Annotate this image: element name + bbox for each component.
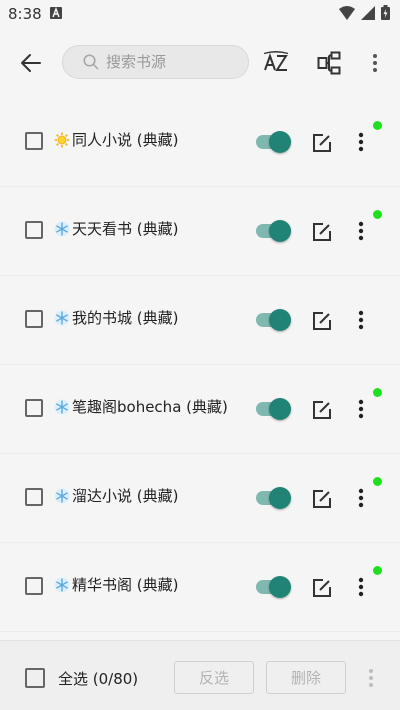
edit-icon	[313, 134, 331, 152]
edit-button[interactable]	[311, 310, 333, 332]
more-vertical-icon	[373, 54, 377, 72]
enable-toggle[interactable]	[256, 487, 292, 509]
row-more-button[interactable]	[351, 308, 371, 332]
toggle-thumb	[269, 220, 291, 242]
edit-icon	[313, 312, 331, 330]
toggle-thumb	[269, 576, 291, 598]
update-dot	[373, 566, 382, 575]
source-row[interactable]: 我的书城 (典藏)	[0, 276, 400, 365]
battery-icon	[381, 4, 390, 24]
edit-button[interactable]	[311, 488, 333, 510]
wifi-icon	[339, 5, 355, 24]
row-checkbox[interactable]	[25, 399, 43, 417]
row-more-button[interactable]	[351, 575, 371, 599]
sort-az-icon	[263, 51, 289, 71]
source-label: 同人小说 (典藏)	[54, 129, 178, 150]
edit-icon	[313, 223, 331, 241]
source-label: 笔趣阁bohecha (典藏)	[54, 396, 228, 417]
source-label: 精华书阁 (典藏)	[54, 574, 178, 595]
source-name: 同人小说 (典藏)	[72, 131, 179, 149]
more-vertical-icon	[358, 399, 364, 419]
group-button[interactable]	[315, 50, 343, 76]
status-right	[339, 4, 390, 24]
search-icon	[83, 54, 99, 70]
source-name: 溜达小说 (典藏)	[72, 487, 179, 505]
notification-a-icon	[49, 5, 62, 23]
enable-toggle[interactable]	[256, 309, 292, 331]
toggle-thumb	[269, 309, 291, 331]
signal-icon	[361, 5, 375, 24]
more-vertical-icon	[369, 669, 373, 687]
edit-icon	[313, 490, 331, 508]
enable-toggle[interactable]	[256, 131, 292, 153]
delete-button[interactable]: 删除	[266, 661, 346, 694]
row-more-button[interactable]	[351, 130, 371, 154]
edit-icon	[313, 579, 331, 597]
row-checkbox[interactable]	[25, 221, 43, 239]
source-row[interactable]: 同人小说 (典藏)	[0, 98, 400, 187]
source-row[interactable]: 精华书阁 (典藏)	[0, 543, 400, 632]
more-options-button[interactable]	[365, 50, 385, 76]
snowflake-icon	[54, 310, 70, 326]
toolbar	[0, 28, 400, 98]
enable-toggle[interactable]	[256, 398, 292, 420]
more-vertical-icon	[358, 488, 364, 508]
edit-button[interactable]	[311, 399, 333, 421]
edit-button[interactable]	[311, 577, 333, 599]
row-checkbox[interactable]	[25, 577, 43, 595]
status-time: 8:38	[8, 5, 42, 23]
snowflake-icon	[54, 577, 70, 593]
select-all-checkbox[interactable]	[25, 668, 45, 688]
source-name: 笔趣阁bohecha (典藏)	[72, 398, 228, 416]
toggle-thumb	[269, 398, 291, 420]
row-checkbox[interactable]	[25, 132, 43, 150]
row-checkbox[interactable]	[25, 310, 43, 328]
more-vertical-icon	[358, 221, 364, 241]
source-row[interactable]: 天天看书 (典藏)	[0, 187, 400, 276]
search-box[interactable]	[62, 45, 249, 79]
bottom-action-bar: 全选 (0/80) 反选 删除	[0, 640, 400, 710]
source-row[interactable]: 笔趣阁bohecha (典藏)	[0, 365, 400, 454]
more-vertical-icon	[358, 577, 364, 597]
select-all-label[interactable]: 全选 (0/80)	[58, 668, 138, 689]
update-dot	[373, 210, 382, 219]
enable-toggle[interactable]	[256, 576, 292, 598]
search-input[interactable]	[104, 52, 248, 72]
more-vertical-icon	[358, 310, 364, 330]
source-name: 精华书阁 (典藏)	[72, 576, 179, 594]
status-bar: 8:38	[0, 0, 400, 28]
row-checkbox[interactable]	[25, 488, 43, 506]
update-dot	[373, 121, 382, 130]
update-dot	[373, 477, 382, 486]
snowflake-icon	[54, 399, 70, 415]
row-more-button[interactable]	[351, 219, 371, 243]
source-row[interactable]: 溜达小说 (典藏)	[0, 454, 400, 543]
snowflake-icon	[54, 221, 70, 237]
toggle-thumb	[269, 131, 291, 153]
sun-icon	[54, 132, 70, 148]
group-icon	[317, 51, 341, 75]
snowflake-icon	[54, 488, 70, 504]
source-label: 我的书城 (典藏)	[54, 307, 178, 328]
source-name: 我的书城 (典藏)	[72, 309, 179, 327]
arrow-left-icon	[21, 54, 41, 72]
source-label: 天天看书 (典藏)	[54, 218, 178, 239]
row-more-button[interactable]	[351, 397, 371, 421]
invert-selection-button[interactable]: 反选	[174, 661, 254, 694]
edit-button[interactable]	[311, 221, 333, 243]
source-label: 溜达小说 (典藏)	[54, 485, 178, 506]
back-button[interactable]	[18, 50, 44, 76]
edit-button[interactable]	[311, 132, 333, 154]
edit-icon	[313, 401, 331, 419]
row-more-button[interactable]	[351, 486, 371, 510]
bottom-more-button[interactable]	[362, 666, 380, 690]
source-list: 同人小说 (典藏) 天天看书 (典藏) 我的书城 (典藏) 笔趣阁bohecha…	[0, 98, 400, 632]
sort-az-button[interactable]	[261, 49, 291, 77]
source-name: 天天看书 (典藏)	[72, 220, 179, 238]
toggle-thumb	[269, 487, 291, 509]
status-left: 8:38	[8, 5, 62, 23]
more-vertical-icon	[358, 132, 364, 152]
enable-toggle[interactable]	[256, 220, 292, 242]
update-dot	[373, 388, 382, 397]
